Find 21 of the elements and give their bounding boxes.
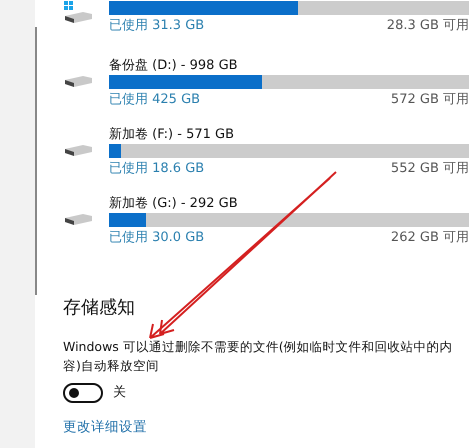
used-space-text: 已使用 425 GB (109, 91, 200, 108)
drive-icon (63, 213, 93, 228)
drive-title: 备份盘 (D:) - 998 GB (109, 57, 239, 74)
used-space-text: 已使用 18.6 GB (109, 160, 204, 177)
scrollbar[interactable] (35, 27, 37, 295)
drive-icon (63, 0, 93, 24)
toggle-switch[interactable] (63, 382, 103, 403)
free-space-text: 552 GB 可用 (390, 160, 469, 177)
free-space-text: 262 GB 可用 (390, 229, 469, 246)
toggle-label: 关 (113, 384, 126, 402)
drive-title: 新加卷 (F:) - 571 GB (109, 126, 236, 143)
description-text: Windows 可以通过删除不需要的文件(例如临时文件和回收站中的内容)自动释放空间 (63, 338, 454, 375)
free-space-text: 28.3 GB 可用 (386, 17, 469, 34)
settings-link[interactable]: 更改详细设置 (63, 418, 147, 435)
used-space-text: 已使用 30.0 GB (109, 229, 204, 246)
free-space-text: 572 GB 可用 (390, 91, 469, 108)
drive-icon (63, 144, 93, 158)
section-heading: 存储感知 (63, 297, 136, 319)
drive-icon (63, 75, 93, 90)
drive-title: 新加卷 (G:) - 292 GB (109, 195, 239, 212)
used-space-text: 已使用 31.3 GB (109, 17, 204, 34)
